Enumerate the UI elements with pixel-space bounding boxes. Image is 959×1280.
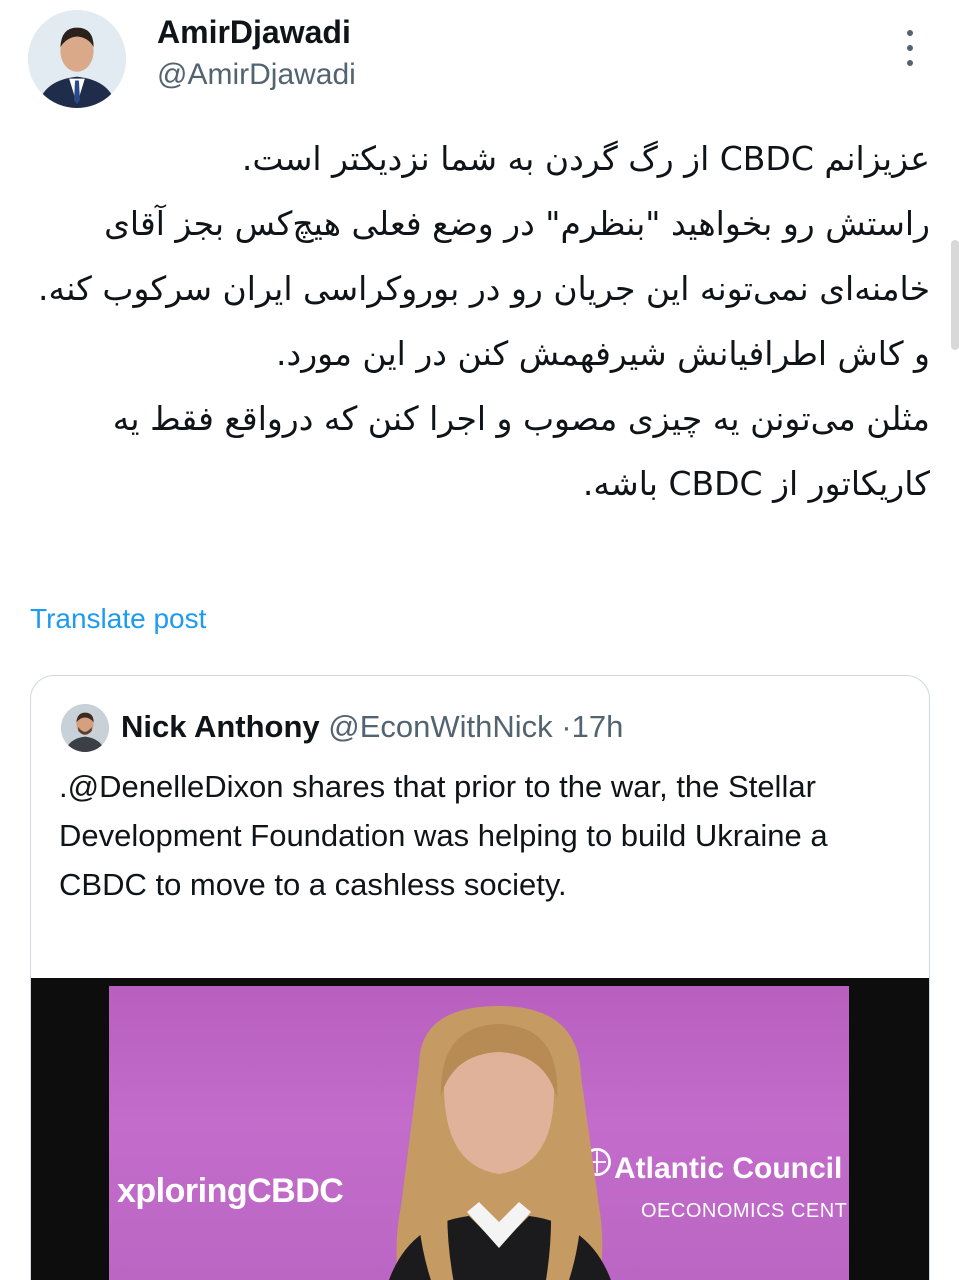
- profile-photo-icon: [28, 10, 126, 108]
- quoted-author-name[interactable]: Nick Anthony: [121, 709, 320, 744]
- backdrop-center-name: OECONOMICS CENTE: [641, 1200, 849, 1222]
- quoted-tweet-card[interactable]: Nick Anthony @EconWithNick ·17h .@Denell…: [30, 675, 930, 1280]
- author-avatar[interactable]: [28, 10, 126, 108]
- quoted-author-handle[interactable]: @EconWithNick: [328, 709, 552, 744]
- quoted-author-avatar[interactable]: [61, 704, 109, 752]
- quoted-header: Nick Anthony @EconWithNick ·17h: [121, 706, 623, 748]
- tweet-line: مثلن می‌تونن یه چیزی مصوب و اجرا کنن که …: [112, 399, 930, 503]
- quoted-timestamp[interactable]: 17h: [572, 709, 624, 744]
- separator-dot: ·: [561, 709, 572, 744]
- more-dot: [907, 30, 913, 36]
- tweet-line: عزیزانم CBDC از رگ گردن به شما نزدیکتر ا…: [241, 139, 930, 178]
- scrollbar-thumb[interactable]: [951, 240, 959, 350]
- tweet-line: راستش رو بخواهید "بنظرم" در وضع فعلی هیچ…: [38, 204, 930, 373]
- video-frame: xploringCBDC Atlantic Council OECONOMICS…: [109, 986, 849, 1280]
- quoted-video-media[interactable]: xploringCBDC Atlantic Council OECONOMICS…: [31, 978, 929, 1280]
- author-display-name[interactable]: AmirDjawadi: [157, 12, 351, 52]
- translate-post-link[interactable]: Translate post: [30, 600, 206, 638]
- quoted-tweet-text: .@DenelleDixon shares that prior to the …: [59, 769, 828, 902]
- presenter-figure: [389, 1006, 611, 1280]
- tweet-page: AmirDjawadi @AmirDjawadi عزیزانم CBDC از…: [0, 0, 959, 1280]
- tweet-text: عزیزانم CBDC از رگ گردن به شما نزدیکتر ا…: [30, 126, 930, 516]
- profile-photo-icon: [61, 704, 109, 752]
- backdrop-event-text: xploringCBDC: [117, 1172, 344, 1210]
- more-options-icon[interactable]: [895, 30, 925, 66]
- more-dot: [907, 45, 913, 51]
- more-dot: [907, 60, 913, 66]
- author-handle[interactable]: @AmirDjawadi: [157, 56, 356, 94]
